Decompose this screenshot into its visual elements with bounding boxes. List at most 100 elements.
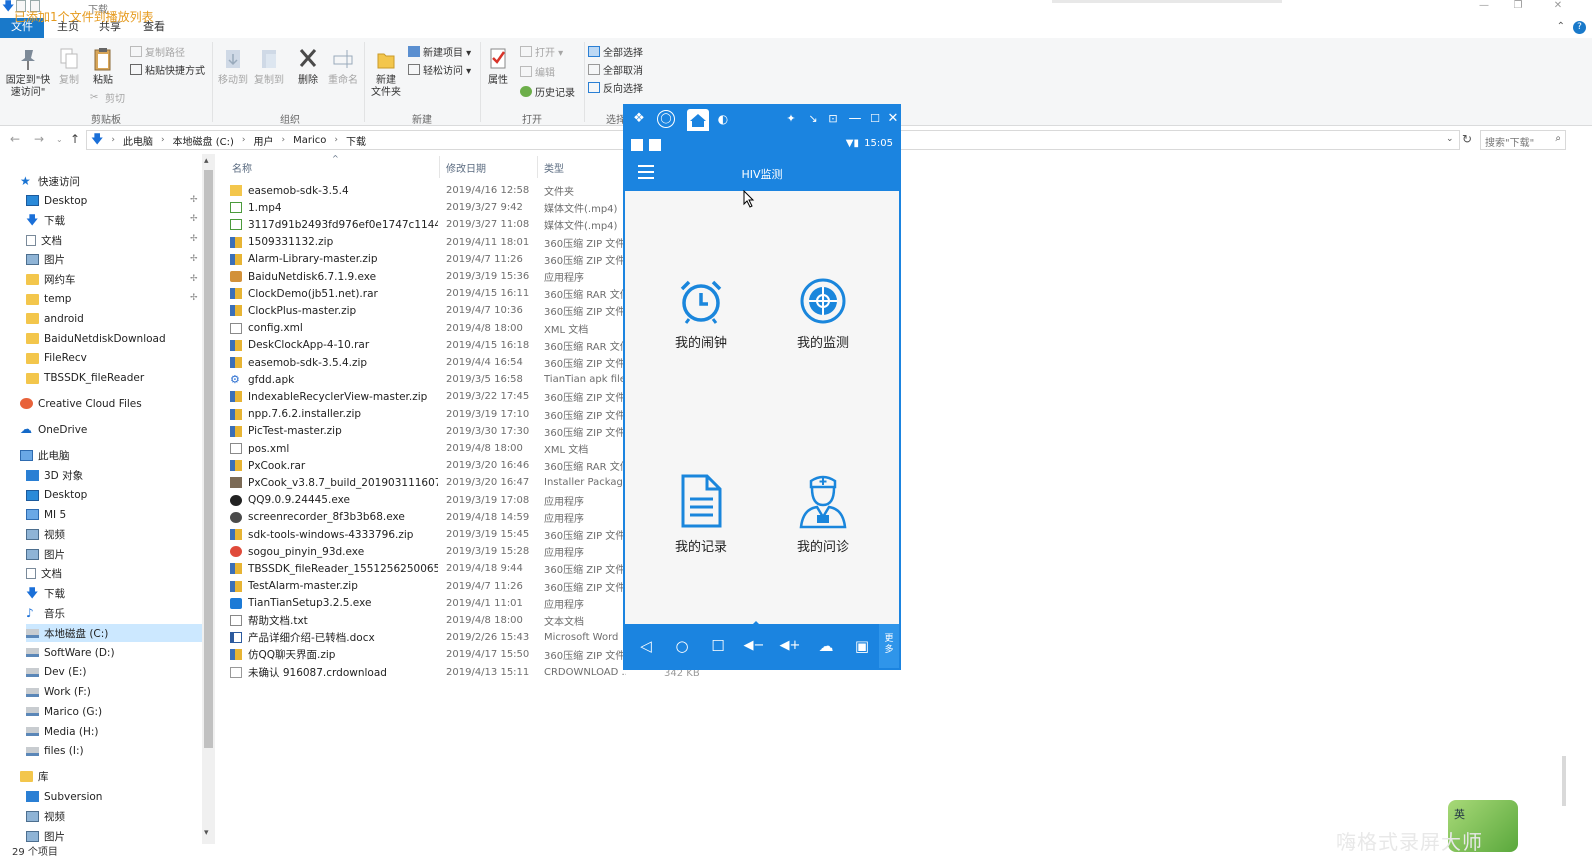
- volume-down-icon[interactable]: ◀−: [743, 638, 765, 654]
- install-apk-icon[interactable]: ▣: [851, 638, 873, 654]
- delete-button[interactable]: 删除: [294, 46, 322, 87]
- sidebar-item-5[interactable]: temp: [26, 290, 202, 308]
- sidebar-pc-item-14[interactable]: files (I:): [26, 742, 202, 760]
- sidebar-pc-item-4[interactable]: 图片: [26, 545, 202, 563]
- window-mode-icon[interactable]: ⊡: [825, 111, 841, 127]
- sidebar-pc-item-5[interactable]: 文档: [26, 565, 202, 583]
- file-row[interactable]: pos.xml 2019/4/8 18:00 XML 文档: [230, 440, 625, 457]
- tile-my-alarm[interactable]: 我的闹钟: [656, 277, 746, 351]
- file-row[interactable]: sogou_pinyin_93d.exe 2019/3/19 15:28 应用程序: [230, 543, 625, 560]
- refresh-icon[interactable]: ↻: [1462, 132, 1472, 146]
- select-all-button[interactable]: 全部选择: [588, 44, 643, 59]
- ribbon-collapse-icon[interactable]: ⌃: [1557, 21, 1565, 34]
- sidebar-item-6[interactable]: android: [26, 310, 202, 328]
- address-dropdown-icon[interactable]: ⌄: [1446, 134, 1454, 144]
- sidebar-pc-item-8[interactable]: 本地磁盘 (C:): [26, 624, 202, 642]
- sidebar-pc-item-0[interactable]: 3D 对象: [26, 466, 202, 484]
- emulator-logo-icon[interactable]: ❖: [631, 111, 647, 127]
- file-row[interactable]: ClockPlus-master.zip 2019/4/7 10:36 360压缩 …: [230, 302, 625, 319]
- copy-path-button[interactable]: 复制路径: [130, 44, 185, 59]
- paste-button[interactable]: 粘贴: [88, 46, 118, 87]
- open-button[interactable]: 打开 ▾: [520, 44, 563, 59]
- crumb-downloads[interactable]: 下载: [346, 133, 366, 148]
- new-folder-button[interactable]: 新建 文件夹: [368, 46, 404, 99]
- scroll-up-icon[interactable]: ▴: [204, 156, 209, 166]
- file-row[interactable]: PxCook.rar 2019/3/20 16:46 360压缩 RAR 文件: [230, 457, 626, 474]
- sidebar-pc-item-9[interactable]: SoftWare (D:): [26, 644, 202, 662]
- crumb-marico[interactable]: Marico: [293, 135, 326, 146]
- sidebar-pc-item-12[interactable]: Marico (G:): [26, 703, 202, 721]
- nav-creative-cloud[interactable]: Creative Cloud Files: [20, 395, 202, 413]
- move-to-button[interactable]: 移动到: [216, 46, 250, 87]
- recent-dropdown-icon[interactable]: ⌄: [56, 135, 63, 144]
- file-row[interactable]: easemob-sdk-3.5.4 2019/4/16 12:58 文件夹: [230, 182, 625, 199]
- sidebar-pc-item-11[interactable]: Work (F:): [26, 683, 202, 701]
- sidebar-item-1[interactable]: 🡇 下载: [26, 211, 202, 229]
- pin-icon[interactable]: ✢: [190, 274, 198, 284]
- sidebar-item-3[interactable]: 图片: [26, 251, 202, 269]
- nav-library[interactable]: 库: [20, 768, 202, 786]
- nav-this-pc[interactable]: 此电脑: [20, 447, 202, 465]
- easy-access-button[interactable]: 轻松访问 ▾: [408, 62, 471, 77]
- pin-window-icon[interactable]: ✦: [783, 111, 799, 127]
- tile-my-records[interactable]: 我的记录: [656, 473, 746, 555]
- file-row[interactable]: config.xml 2019/4/8 18:00 XML 文档: [230, 320, 625, 337]
- column-header-type[interactable]: 类型: [544, 160, 564, 175]
- file-row[interactable]: 帮助文档.txt 2019/4/8 18:00 文本文档: [230, 612, 625, 629]
- file-row[interactable]: BaiduNetdisk6.7.1.9.exe 2019/3/19 15:36 应用…: [230, 268, 625, 285]
- column-header-date[interactable]: 修改日期: [446, 160, 486, 175]
- file-row[interactable]: PicTest-master.zip 2019/3/30 17:30 360压缩 Z…: [230, 423, 625, 440]
- emulator-close-icon[interactable]: ✕: [885, 111, 901, 127]
- tile-my-monitor[interactable]: 我的监测: [778, 277, 868, 351]
- sidebar-item-2[interactable]: 文档: [26, 231, 202, 249]
- android-recents-icon[interactable]: ☐: [707, 638, 729, 654]
- sidebar-pc-item-2[interactable]: MI 5: [26, 506, 202, 524]
- shake-icon[interactable]: ☁: [815, 638, 837, 654]
- pin-icon[interactable]: ✢: [190, 254, 198, 264]
- sidebar-item-8[interactable]: FileRecv: [26, 349, 202, 367]
- android-back-icon[interactable]: ◁: [635, 638, 657, 654]
- sidebar-pc-item-6[interactable]: 🡇 下载: [26, 585, 202, 603]
- new-item-button[interactable]: 新建项目 ▾: [408, 44, 471, 59]
- pin-quick-access-button[interactable]: 固定到"快 速访问": [6, 46, 50, 99]
- file-row[interactable]: 未确认 916087.crdownload 2019/4/13 15:11 CRDO…: [230, 664, 626, 681]
- sidebar-lib-item-0[interactable]: Subversion: [26, 788, 202, 806]
- rename-button[interactable]: 重命名: [326, 46, 360, 87]
- android-home-icon[interactable]: ○: [671, 638, 693, 654]
- up-arrow-icon[interactable]: ↑: [70, 132, 80, 146]
- file-row[interactable]: DeskClockApp-4-10.rar 2019/4/15 16:18 360压…: [230, 337, 626, 354]
- properties-button[interactable]: 属性: [484, 46, 512, 87]
- sidebar-pc-item-13[interactable]: Media (H:): [26, 723, 202, 741]
- file-row[interactable]: PxCook_v3.8.7_build_201903111607.air 2019…: [230, 474, 626, 491]
- sidebar-pc-item-7[interactable]: ♪ 音乐: [26, 604, 202, 622]
- file-row[interactable]: 3117d91b2493fd976ef0e1747c1144d... 2019/3…: [230, 216, 625, 233]
- file-row[interactable]: TBSSDK_fileReader_1551256250065.zip 2019/…: [230, 560, 625, 577]
- sidebar-pc-item-3[interactable]: 视频: [26, 526, 202, 544]
- copy-button[interactable]: 复制: [56, 46, 82, 87]
- file-row[interactable]: sdk-tools-windows-4333796.zip 2019/3/19 1…: [230, 526, 625, 543]
- file-row[interactable]: screenrecorder_8f3b3b68.exe 2019/4/18 14:…: [230, 509, 625, 526]
- file-row[interactable]: 1509331132.zip 2019/4/11 18:01 360压缩 ZIP 文…: [230, 234, 625, 251]
- pin-icon[interactable]: ✢: [190, 293, 198, 303]
- volume-up-icon[interactable]: ◀+: [779, 638, 801, 654]
- crumb-users[interactable]: 用户: [254, 133, 274, 148]
- cut-button[interactable]: ✂ 剪切: [90, 90, 125, 105]
- select-none-button[interactable]: 全部取消: [588, 62, 643, 77]
- paste-shortcut-button[interactable]: 粘贴快捷方式: [130, 62, 205, 77]
- nav-scrollbar[interactable]: ▴ ▾: [202, 154, 215, 844]
- forward-arrow-icon[interactable]: →: [34, 132, 44, 146]
- home-tab[interactable]: [687, 109, 709, 131]
- scroll-down-icon[interactable]: ▾: [204, 828, 209, 838]
- close-button[interactable]: ✕: [1540, 0, 1576, 14]
- file-row[interactable]: TianTianSetup3.2.5.exe 2019/4/1 11:01 应用程序: [230, 595, 625, 612]
- invert-selection-button[interactable]: 反向选择: [588, 80, 643, 95]
- nav-scroll-thumb[interactable]: [204, 170, 213, 748]
- emulator-minimize-icon[interactable]: —: [847, 111, 863, 127]
- tile-my-consult[interactable]: 我的问诊: [778, 473, 868, 555]
- shrink-icon[interactable]: ↘: [805, 111, 821, 127]
- app-tab-icon[interactable]: ◐: [715, 111, 731, 127]
- pin-icon[interactable]: ✢: [190, 195, 198, 205]
- file-row[interactable]: Alarm-Library-master.zip 2019/4/7 11:26 36…: [230, 251, 625, 268]
- file-row[interactable]: 产品详细介绍-已转档.docx 2019/2/26 15:43 Microsoft …: [230, 629, 625, 646]
- file-row[interactable]: easemob-sdk-3.5.4.zip 2019/4/4 16:54 360压缩…: [230, 354, 625, 371]
